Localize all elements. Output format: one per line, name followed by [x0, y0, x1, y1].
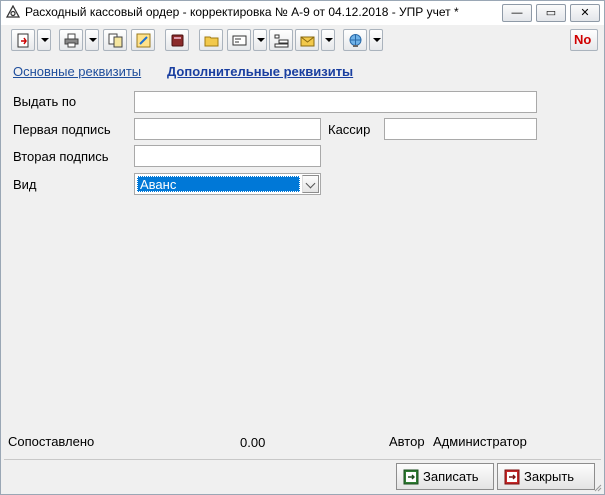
close-icon: ✕: [580, 7, 590, 19]
number-icon: No: [574, 32, 592, 47]
first-signature-input[interactable]: [134, 118, 321, 140]
minimize-icon: —: [511, 7, 523, 19]
author-value: Администратор: [433, 434, 527, 449]
footer-separator: [4, 459, 601, 460]
issue-to-label: Выдать по: [13, 94, 77, 109]
card-dropdown[interactable]: [253, 29, 267, 51]
maximize-button[interactable]: ▭: [536, 4, 566, 22]
envelope-icon: [300, 36, 315, 47]
copy-icon: [108, 33, 123, 48]
open-folder-button[interactable]: [199, 29, 223, 51]
window-title: Расходный кассовый ордер - корректировка…: [25, 5, 459, 19]
chevron-down-icon: [373, 38, 381, 42]
network-button[interactable]: [343, 29, 367, 51]
kind-selected-value: Аванс: [137, 176, 300, 192]
card-icon: [232, 35, 247, 46]
new-doc-icon: [17, 33, 29, 48]
chevron-down-icon: [325, 38, 333, 42]
copy-button[interactable]: [103, 29, 127, 51]
print-button[interactable]: [59, 29, 83, 51]
print-dropdown[interactable]: [85, 29, 99, 51]
first-signature-label: Первая подпись: [13, 122, 111, 137]
app-icon: [6, 5, 20, 18]
edit-button[interactable]: [131, 29, 155, 51]
title-bar: Расходный кассовый ордер - корректировка…: [1, 1, 604, 25]
book-icon: [171, 34, 184, 47]
list-icon: [274, 34, 289, 48]
maximize-icon: ▭: [545, 7, 557, 19]
close-label: Закрыть: [524, 469, 575, 484]
kind-label: Вид: [13, 177, 37, 192]
number-button[interactable]: No: [570, 29, 598, 51]
card-button[interactable]: [227, 29, 251, 51]
folder-icon: [204, 36, 219, 47]
close-window-button[interactable]: ✕: [570, 4, 600, 22]
save-label: Записать: [423, 469, 479, 484]
kind-dropdown-button[interactable]: [302, 175, 319, 193]
cashier-input[interactable]: [384, 118, 537, 140]
close-button[interactable]: Закрыть: [497, 463, 595, 490]
print-icon: [64, 33, 79, 48]
matched-label: Сопоставлено: [8, 434, 95, 449]
toolbar: No: [1, 27, 604, 55]
issue-to-input[interactable]: [134, 91, 537, 113]
chevron-down-icon: [41, 38, 49, 42]
mail-dropdown[interactable]: [321, 29, 335, 51]
chevron-down-icon: [89, 38, 97, 42]
resize-grip-icon[interactable]: [592, 482, 602, 492]
edit-icon: [136, 33, 151, 48]
document-window: Расходный кассовый ордер - корректировка…: [0, 0, 605, 495]
tab-extra-details[interactable]: Дополнительные реквизиты: [167, 64, 353, 79]
new-document-button[interactable]: [11, 29, 35, 51]
author-label: Автор: [389, 434, 425, 449]
new-document-dropdown[interactable]: [37, 29, 51, 51]
mail-button[interactable]: [295, 29, 319, 51]
matched-value: 0.00: [240, 435, 266, 450]
minimize-button[interactable]: —: [502, 4, 532, 22]
save-button[interactable]: Записать: [396, 463, 494, 490]
network-dropdown[interactable]: [369, 29, 383, 51]
cashier-label: Кассир: [328, 122, 371, 137]
second-signature-input[interactable]: [134, 145, 321, 167]
tab-main-details[interactable]: Основные реквизиты: [13, 64, 141, 79]
journal-button[interactable]: [165, 29, 189, 51]
chevron-down-icon: [305, 178, 316, 189]
chevron-down-icon: [257, 38, 265, 42]
kind-select[interactable]: Аванс: [134, 173, 321, 195]
save-icon: [403, 469, 419, 485]
second-signature-label: Вторая подпись: [13, 149, 109, 164]
exit-icon: [504, 469, 520, 485]
structure-button[interactable]: [269, 29, 293, 51]
globe-icon: [349, 34, 362, 47]
